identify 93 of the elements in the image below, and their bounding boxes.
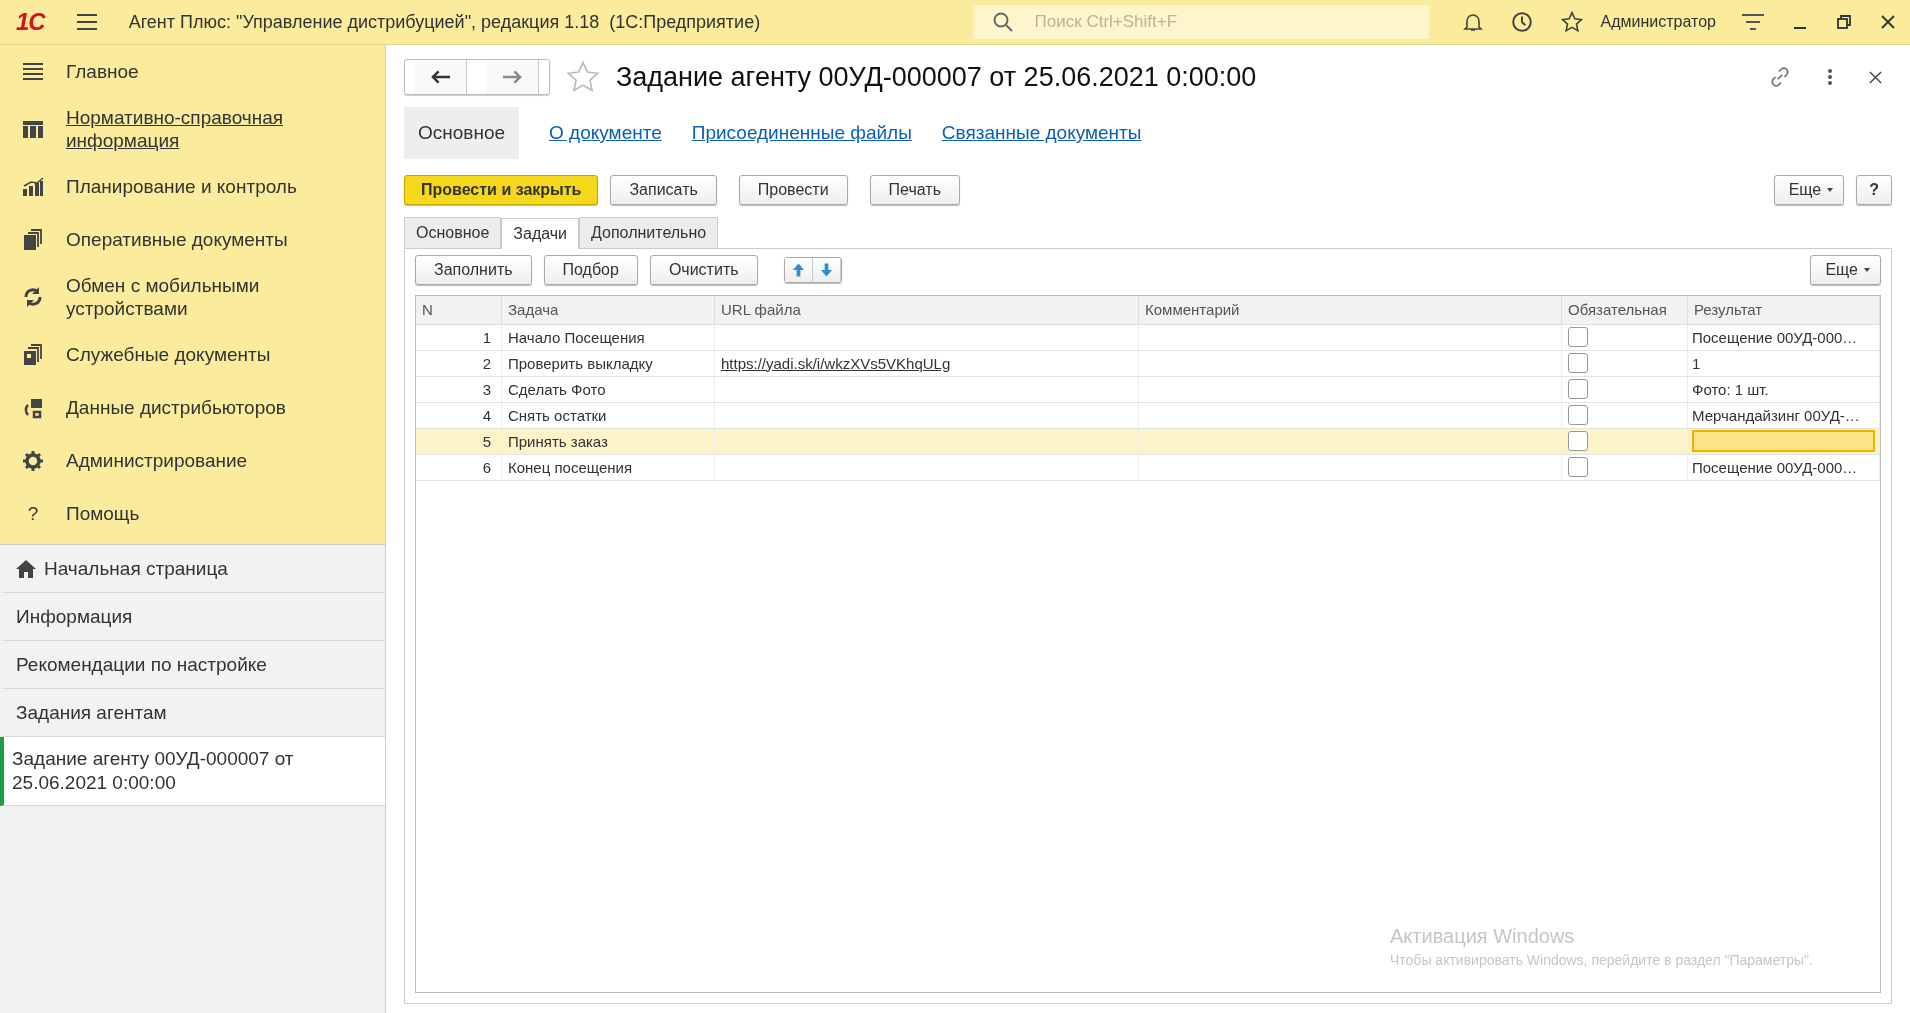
help-icon[interactable]: ? bbox=[22, 502, 44, 525]
form-title: Задание агенту 00УД-000007 от 25.06.2021 0:00:00 bbox=[616, 61, 1257, 93]
column-header[interactable]: N bbox=[416, 296, 502, 324]
table-cell: 3 bbox=[416, 376, 502, 402]
form-tab[interactable]: Связанные документы bbox=[941, 107, 1142, 159]
sidebar-section[interactable]: Служебные документы bbox=[66, 343, 271, 366]
activation-notice-title: Активация Windows bbox=[1390, 925, 1576, 948]
more-button[interactable]: Еще bbox=[1810, 255, 1881, 285]
command-button[interactable]: Подбор bbox=[543, 255, 638, 285]
checkbox[interactable] bbox=[1568, 353, 1588, 373]
sidebar-section[interactable]: Оперативные документы bbox=[66, 228, 288, 251]
star-icon[interactable] bbox=[1560, 11, 1583, 33]
table-cell: Проверить выкладку bbox=[501, 350, 715, 376]
sidebar-section[interactable]: Помощь bbox=[66, 502, 140, 525]
command-button[interactable]: Провести bbox=[738, 175, 848, 205]
sidebar-section[interactable]: Нормативно-справочная информация bbox=[66, 106, 326, 152]
sidebar-section[interactable]: Обмен с мобильными устройствами bbox=[66, 274, 326, 320]
list-icon[interactable] bbox=[22, 60, 44, 83]
help-button[interactable]: ? bbox=[1856, 175, 1892, 205]
open-window-tab[interactable]: Информация bbox=[0, 593, 385, 641]
command-button[interactable]: Очистить bbox=[649, 255, 758, 285]
user-name[interactable]: Администратор bbox=[1600, 13, 1716, 31]
table-cell: Посещение 00УД-000… bbox=[1687, 454, 1880, 480]
command-button[interactable]: Записать bbox=[610, 175, 717, 205]
checkbox[interactable] bbox=[1568, 457, 1588, 477]
column-header[interactable]: Обязательная bbox=[1561, 296, 1688, 324]
more-dots-icon[interactable] bbox=[1827, 68, 1833, 86]
sync-icon[interactable] bbox=[22, 286, 44, 308]
sidebar-section[interactable]: Главное bbox=[66, 60, 139, 83]
sidebar-section[interactable]: Данные дистрибьюторов bbox=[66, 396, 286, 419]
table-cell: 6 bbox=[416, 454, 502, 480]
search-field[interactable]: Поиск Ctrl+Shift+F bbox=[972, 5, 1429, 39]
open-window-tab[interactable]: Начальная страница bbox=[0, 545, 385, 593]
window-title: Агент Плюс: "Управление дистрибуцией", редакция 1.18 (1С:Предприятие) bbox=[128, 11, 762, 33]
settings-icon[interactable] bbox=[22, 449, 44, 472]
page-tab[interactable]: Задачи bbox=[501, 218, 580, 249]
restore-icon[interactable] bbox=[1836, 14, 1852, 30]
page-tab[interactable]: Дополнительно bbox=[579, 217, 719, 248]
checkbox[interactable] bbox=[1568, 327, 1588, 347]
open-window-tab[interactable]: Рекомендации по настройке bbox=[0, 641, 385, 689]
table-cell: 1 bbox=[1687, 350, 1880, 376]
table-cell: 5 bbox=[416, 428, 502, 454]
form-tab[interactable]: Основное bbox=[404, 107, 520, 159]
documents-icon[interactable] bbox=[22, 343, 44, 366]
menu-icon[interactable] bbox=[76, 14, 97, 30]
documents-icon[interactable] bbox=[22, 228, 44, 251]
table-cell: Сделать Фото bbox=[501, 376, 715, 402]
column-header[interactable]: Комментарий bbox=[1138, 296, 1562, 324]
sidebar-section[interactable]: Планирование и контроль bbox=[66, 175, 297, 198]
search-input[interactable]: Поиск Ctrl+Shift+F bbox=[1032, 11, 1429, 33]
filter-icon[interactable] bbox=[1742, 13, 1764, 31]
checkbox[interactable] bbox=[1568, 431, 1588, 451]
table-cell: 2 bbox=[416, 350, 502, 376]
table-cell: Фото: 1 шт. bbox=[1687, 376, 1880, 402]
table-cell: 1 bbox=[416, 324, 502, 350]
checkbox[interactable] bbox=[1568, 379, 1588, 399]
close-icon[interactable] bbox=[1869, 70, 1882, 84]
database-icon[interactable] bbox=[22, 396, 44, 419]
caret-icon bbox=[1827, 188, 1834, 192]
column-header[interactable]: URL файла bbox=[714, 296, 1139, 324]
search-icon bbox=[992, 12, 1013, 32]
checkbox[interactable] bbox=[1568, 405, 1588, 425]
sidebar-section[interactable]: Администрирование bbox=[66, 449, 248, 472]
table-cell: Конец посещения bbox=[501, 454, 715, 480]
file-link[interactable]: https://yadi.sk/i/wkzXVs5VKhqULg bbox=[721, 354, 951, 372]
home-icon bbox=[16, 559, 36, 578]
history-icon[interactable] bbox=[1510, 11, 1533, 33]
page-tab[interactable]: Основное bbox=[404, 217, 502, 248]
table-cell: Начало Посещения bbox=[501, 324, 715, 350]
column-header[interactable]: Результат bbox=[1687, 296, 1880, 324]
active-cell-field[interactable] bbox=[1692, 430, 1875, 452]
column-header[interactable]: Задача bbox=[501, 296, 715, 324]
command-button[interactable]: Заполнить bbox=[415, 255, 532, 285]
bell-icon[interactable] bbox=[1462, 12, 1483, 32]
table-cell: Принять заказ bbox=[501, 428, 715, 454]
app-logo[interactable]: 1С bbox=[16, 8, 45, 36]
favorite-star-icon[interactable] bbox=[566, 60, 600, 94]
table-cell: Посещение 00УД-000… bbox=[1687, 324, 1880, 350]
open-window-tab[interactable]: Задание агенту 00УД-000007 от 25.06.2021 0:00:00 bbox=[0, 737, 385, 806]
table-cell: Мерчандайзинг 00УД-… bbox=[1687, 402, 1880, 428]
bar-chart-icon[interactable] bbox=[22, 175, 44, 198]
table-cell: 4 bbox=[416, 402, 502, 428]
link-icon[interactable] bbox=[1769, 66, 1791, 88]
form-tab[interactable]: О документе bbox=[549, 107, 662, 159]
table-cell: Снять остатки bbox=[501, 402, 715, 428]
table-icon[interactable] bbox=[22, 118, 44, 140]
caret-icon bbox=[1864, 268, 1870, 272]
more-button[interactable]: Еще bbox=[1773, 175, 1845, 205]
post-and-close-button[interactable]: Провести и закрыть bbox=[404, 175, 599, 205]
form-tab[interactable]: Присоединенные файлы bbox=[691, 107, 912, 159]
command-button[interactable]: Печать bbox=[869, 175, 960, 205]
activation-notice-text: Чтобы активировать Windows, перейдите в раздел "Параметры". bbox=[1390, 952, 1813, 968]
close-icon[interactable] bbox=[1880, 14, 1896, 30]
